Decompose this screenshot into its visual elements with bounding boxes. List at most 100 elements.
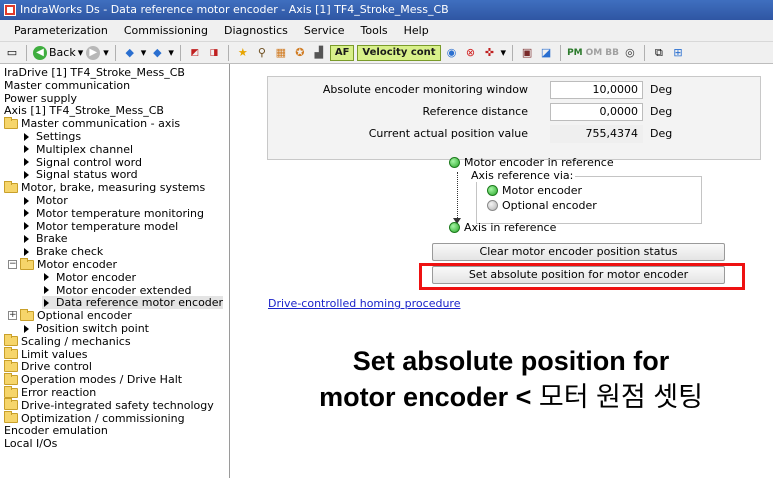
tree-item[interactable]: Motor encoder bbox=[42, 271, 136, 284]
back-button[interactable]: ◀ Back ▾ bbox=[33, 45, 83, 60]
window-icon[interactable]: ▭ bbox=[4, 45, 20, 61]
stop-icon[interactable]: ⊗ bbox=[463, 45, 479, 61]
expander-icon[interactable]: − bbox=[8, 260, 17, 269]
tree-item-label: Data reference motor encoder bbox=[56, 296, 224, 310]
tree-item[interactable]: Master communication - axis bbox=[4, 116, 181, 131]
tree-item[interactable]: IraDrive [1] TF4_Stroke_Mess_CB bbox=[4, 66, 185, 79]
tree-item[interactable]: Motor temperature monitoring bbox=[22, 207, 204, 220]
tree-item[interactable]: Brake bbox=[22, 232, 68, 245]
om-mode-button[interactable]: OM bbox=[586, 48, 603, 58]
favorite-star-icon[interactable]: ★ bbox=[235, 45, 251, 61]
radio-unselected-icon[interactable] bbox=[487, 200, 498, 211]
tree-arrow-icon bbox=[24, 196, 29, 205]
tree-item[interactable]: Operation modes / Drive Halt bbox=[4, 372, 182, 386]
tree-item-label: Motor bbox=[36, 194, 68, 207]
folder-icon bbox=[4, 180, 18, 193]
window-layout-icon[interactable]: ⧉ bbox=[651, 45, 667, 61]
toolbar-separator bbox=[227, 44, 229, 61]
tree-item[interactable]: Motor encoder extended bbox=[42, 284, 191, 297]
sync-icon[interactable]: ◎ bbox=[622, 45, 638, 61]
tree-item[interactable]: Signal status word bbox=[22, 168, 138, 181]
caption-english: motor encoder < bbox=[319, 382, 532, 412]
tree-item[interactable]: Optimization / commissioning bbox=[4, 411, 185, 425]
parameter-list-icon[interactable]: ◨ bbox=[206, 45, 222, 61]
tree-item[interactable]: Limit values bbox=[4, 347, 88, 361]
tree-item[interactable]: Signal control word bbox=[22, 156, 142, 169]
network-icon[interactable]: ⊞ bbox=[670, 45, 686, 61]
dropdown-icon[interactable]: ▾ bbox=[501, 46, 507, 59]
reference-distance-input[interactable]: 0,0000 bbox=[550, 103, 643, 121]
tree-arrow-icon bbox=[24, 247, 29, 256]
folder-icon bbox=[4, 411, 18, 424]
axis-reference-via-label: Axis reference via: bbox=[469, 169, 576, 182]
tree-item-label: Scaling / mechanics bbox=[21, 334, 131, 348]
tree-item[interactable]: + Optional encoder bbox=[8, 308, 132, 322]
clear-position-status-button[interactable]: Clear motor encoder position status bbox=[432, 243, 725, 261]
tree-item[interactable]: Scaling / mechanics bbox=[4, 334, 131, 348]
tree-item[interactable]: Error reaction bbox=[4, 385, 96, 399]
tree-item-label: Motor encoder bbox=[37, 258, 118, 271]
nav-down-icon[interactable]: ◆ bbox=[149, 45, 165, 61]
tree-item-label: Drive control bbox=[21, 360, 92, 374]
tree-item[interactable]: Motor bbox=[22, 194, 68, 207]
menu-parameterization[interactable]: Parameterization bbox=[6, 21, 116, 41]
connect-icon[interactable]: ◉ bbox=[444, 45, 460, 61]
pm-mode-button[interactable]: PM bbox=[567, 48, 583, 58]
tree-item[interactable]: Data reference motor encoder bbox=[42, 296, 224, 310]
caption-line-1: Set absolute position for bbox=[352, 346, 670, 376]
dropdown-icon[interactable]: ▾ bbox=[103, 46, 109, 59]
caption-korean: 모터 원점 셋팅 bbox=[538, 382, 703, 412]
oscilloscope-icon[interactable]: ▣ bbox=[519, 45, 535, 61]
bb-mode-button[interactable]: BB bbox=[605, 48, 619, 58]
radio-selected-icon[interactable] bbox=[487, 185, 498, 196]
parameter-icon[interactable]: ◩ bbox=[187, 45, 203, 61]
expander-icon[interactable]: + bbox=[8, 311, 17, 321]
tree-item[interactable]: Axis [1] TF4_Stroke_Mess_CB bbox=[4, 104, 164, 117]
menu-tools[interactable]: Tools bbox=[353, 21, 396, 41]
tree-item[interactable]: Position switch point bbox=[22, 322, 149, 335]
tree-item[interactable]: Encoder emulation bbox=[4, 424, 108, 437]
tree-item-label: Axis [1] TF4_Stroke_Mess_CB bbox=[4, 104, 164, 118]
tree-item-label: Motor, brake, measuring systems bbox=[21, 181, 206, 195]
dropdown-icon[interactable]: ▾ bbox=[168, 46, 174, 59]
tree-item-label: Master communication - axis bbox=[21, 117, 181, 131]
calendar-icon[interactable]: ▦ bbox=[273, 45, 289, 61]
option-motor-encoder[interactable]: Motor encoder bbox=[487, 184, 582, 197]
tree-item[interactable]: Settings bbox=[22, 130, 81, 143]
settings-icon[interactable]: ✪ bbox=[292, 45, 308, 61]
nav-up-icon[interactable]: ◆ bbox=[122, 45, 138, 61]
chart-icon[interactable]: ▟ bbox=[311, 45, 327, 61]
tree-item-label: IraDrive [1] TF4_Stroke_Mess_CB bbox=[4, 66, 185, 79]
actual-position-unit: Deg bbox=[650, 127, 673, 140]
tree-item-label: Signal status word bbox=[36, 168, 138, 182]
menu-help[interactable]: Help bbox=[396, 21, 437, 41]
tree-item[interactable]: Drive control bbox=[4, 359, 92, 374]
homing-procedure-link[interactable]: Drive-controlled homing procedure bbox=[268, 297, 460, 310]
tree-item[interactable]: Local I/Os bbox=[4, 437, 57, 450]
main-content: Absolute encoder monitoring window 10,00… bbox=[231, 64, 773, 478]
tree-item[interactable]: Motor temperature model bbox=[22, 220, 178, 233]
drive-icon[interactable]: ✜ bbox=[482, 45, 498, 61]
tree-item[interactable]: Brake check bbox=[22, 245, 103, 258]
option-optional-encoder[interactable]: Optional encoder bbox=[487, 199, 597, 212]
tree-arrow-icon bbox=[24, 222, 29, 231]
tree-item[interactable]: Motor, brake, measuring systems bbox=[4, 180, 206, 195]
tree-item[interactable]: Master communication bbox=[4, 79, 130, 92]
title-bar: IndraWorks Ds - Data reference motor enc… bbox=[0, 0, 773, 20]
menu-service[interactable]: Service bbox=[296, 21, 353, 41]
project-tree[interactable]: IraDrive [1] TF4_Stroke_Mess_CB Master co… bbox=[0, 64, 230, 478]
tree-item[interactable]: Multiplex channel bbox=[22, 143, 133, 156]
menu-commissioning[interactable]: Commissioning bbox=[116, 21, 216, 41]
menu-diagnostics[interactable]: Diagnostics bbox=[216, 21, 296, 41]
tree-item-label: Motor temperature model bbox=[36, 219, 179, 233]
monitoring-window-input[interactable]: 10,0000 bbox=[550, 81, 643, 99]
tree-arrow-icon bbox=[24, 158, 29, 167]
tree-item-label: Drive-integrated safety technology bbox=[21, 398, 214, 412]
dropdown-icon[interactable]: ▾ bbox=[141, 46, 147, 59]
monitor-icon[interactable]: ◪ bbox=[538, 45, 554, 61]
search-icon[interactable]: ⚲ bbox=[254, 45, 270, 61]
forward-button[interactable]: ▶ bbox=[86, 45, 101, 60]
tree-item[interactable]: − Motor encoder bbox=[8, 257, 118, 271]
tree-item[interactable]: Drive-integrated safety technology bbox=[4, 398, 214, 412]
tree-item[interactable]: Power supply bbox=[4, 92, 77, 105]
